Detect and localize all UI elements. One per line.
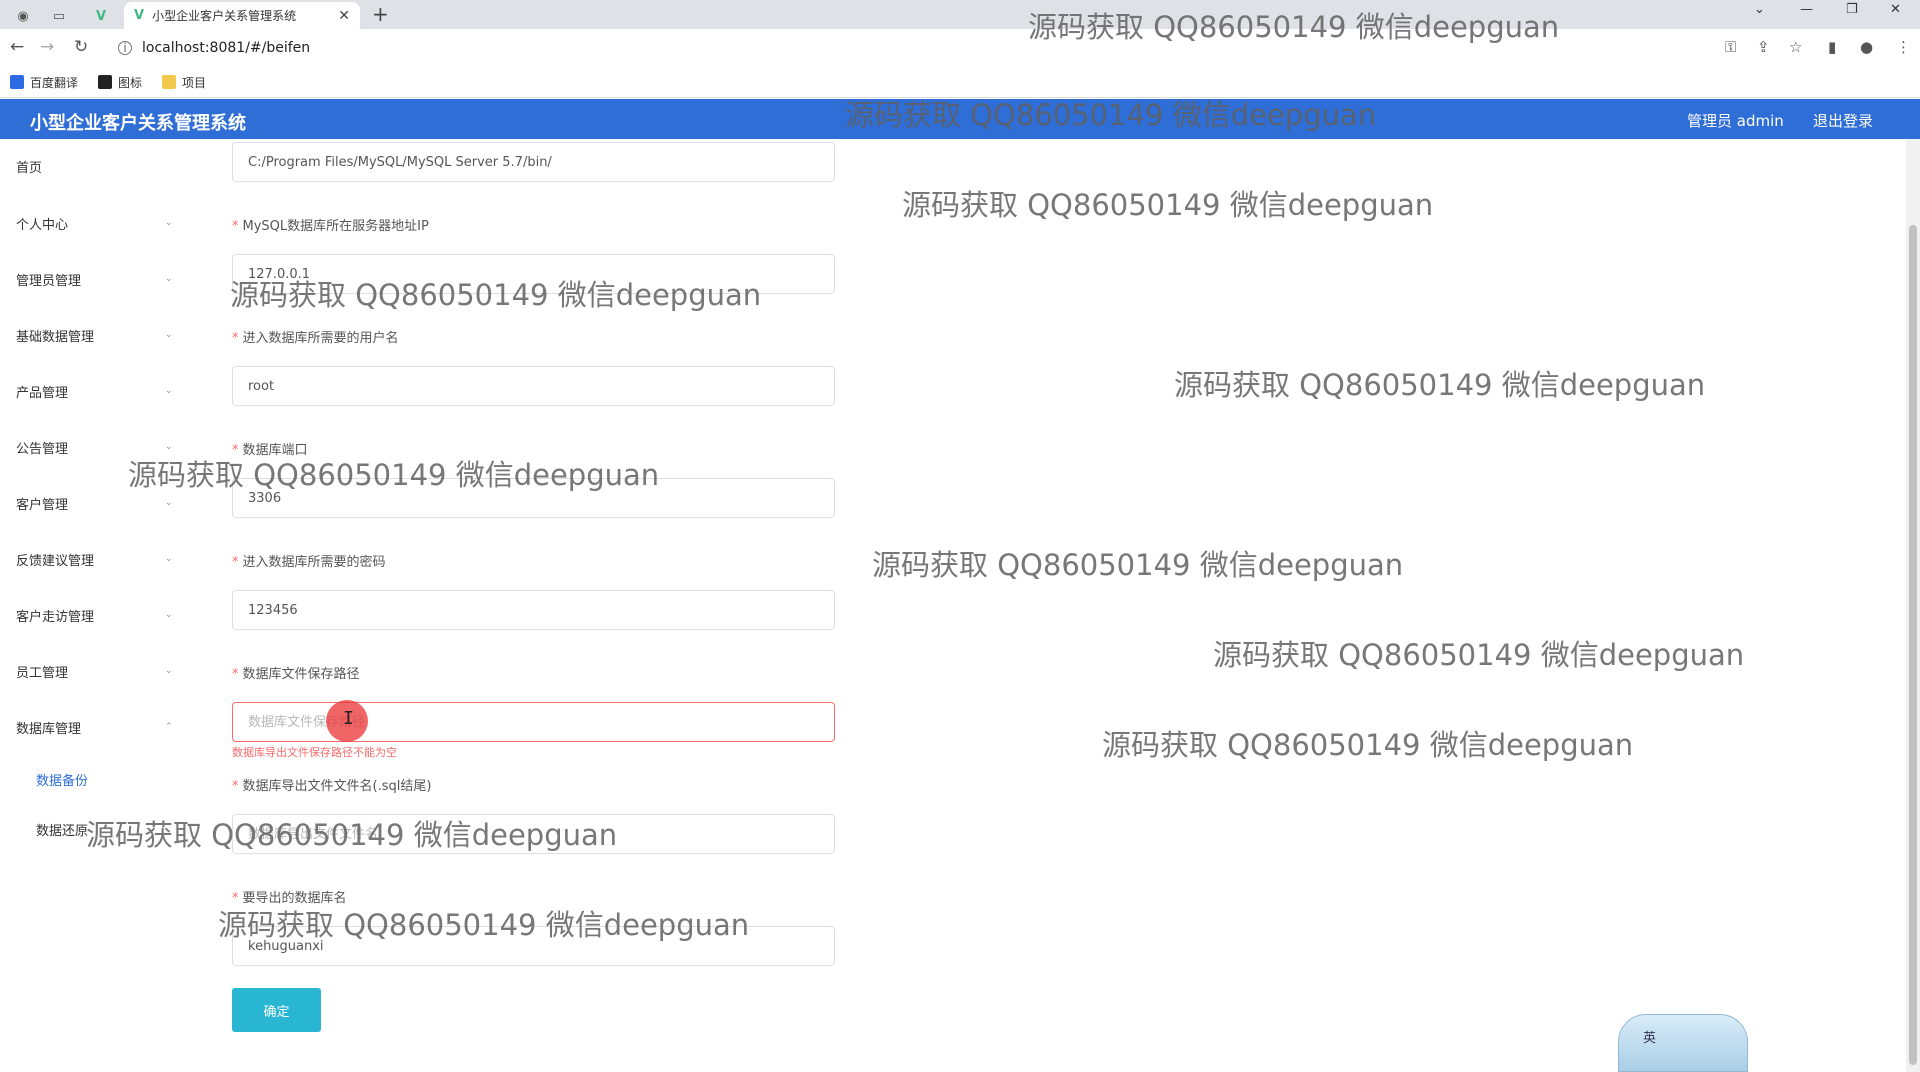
icon-bookmark-icon	[98, 75, 113, 89]
filename-label: * 数据库导出文件文件名(.sql结尾)	[232, 779, 432, 794]
close-tab-icon[interactable]: ✕	[338, 8, 350, 24]
text-cursor-icon: I	[343, 708, 354, 729]
vue-icon[interactable]: V	[86, 4, 116, 29]
chevron-down-icon: ⌄	[165, 554, 173, 564]
sidebar-item-customer-visits[interactable]: 客户走访管理 ⌄	[0, 595, 220, 635]
restore-icon[interactable]: ❐	[1846, 2, 1858, 17]
browser-toolbar: ← → ↻ i localhost:8081/#/beifen ⚿ ⇪ ☆ ▮ …	[0, 29, 1920, 67]
port-input[interactable]	[232, 478, 835, 518]
confirm-button[interactable]: 确定	[232, 988, 321, 1032]
scrollbar-thumb[interactable]	[1909, 225, 1917, 1065]
close-window-icon[interactable]: ✕	[1890, 2, 1901, 17]
reload-icon[interactable]: ↻	[74, 37, 88, 57]
logout-link[interactable]: 退出登录	[1813, 110, 1873, 131]
star-icon[interactable]: ☆	[1789, 38, 1802, 56]
chevron-down-icon: ⌄	[165, 666, 173, 676]
dbname-input[interactable]	[232, 926, 835, 966]
active-browser-tab[interactable]: V 小型企业客户关系管理系统 ✕	[124, 2, 360, 29]
tab-search-icon[interactable]: ⌄	[1754, 2, 1765, 17]
app-title: 小型企业客户关系管理系统	[30, 113, 246, 134]
bookmark-project[interactable]: 项目	[162, 74, 206, 91]
page-scrollbar[interactable]	[1906, 139, 1920, 1072]
current-user: 管理员 admin	[1687, 112, 1784, 130]
key-icon[interactable]: ⚿	[1725, 38, 1736, 56]
dbname-label: * 要导出的数据库名	[232, 891, 347, 906]
ip-label: * MySQL数据库所在服务器地址IP	[232, 219, 429, 234]
chevron-down-icon: ⌄	[165, 386, 173, 396]
username-input[interactable]	[232, 366, 835, 406]
browser-tab-strip: ◉ ▭ V V 小型企业客户关系管理系统 ✕ + ⌄ — ❐ ✕	[0, 0, 1920, 29]
ip-input[interactable]	[232, 254, 835, 294]
watermark: 源码获取 QQ86050149 微信deepguan	[902, 188, 1434, 222]
mysql-bin-path-input[interactable]	[232, 142, 835, 182]
chevron-down-icon: ⌄	[165, 610, 173, 620]
address-bar[interactable]: i localhost:8081/#/beifen	[110, 34, 1750, 62]
menu-dots-icon[interactable]: ⋮	[1896, 38, 1911, 56]
chevron-down-icon: ⌄	[165, 498, 173, 508]
sidebar-item-feedback[interactable]: 反馈建议管理 ⌄	[0, 539, 220, 579]
save-path-label: * 数据库文件保存路径	[232, 667, 360, 682]
ime-widget[interactable]: 英	[1618, 1014, 1748, 1072]
sidebar-item-notices[interactable]: 公告管理 ⌄	[0, 427, 220, 467]
sidebar-subitem-backup[interactable]: 数据备份	[0, 761, 220, 797]
password-label: * 进入数据库所需要的密码	[232, 555, 386, 570]
side-panel-icon[interactable]: ▮	[1828, 38, 1836, 56]
url-text: localhost:8081/#/beifen	[142, 40, 311, 56]
info-icon[interactable]: i	[118, 41, 132, 55]
save-path-input[interactable]	[232, 702, 835, 742]
app-header: 小型企业客户关系管理系统 管理员 admin 退出登录	[0, 99, 1920, 139]
tab-title: 小型企业客户关系管理系统	[152, 9, 297, 23]
sidebar-item-database[interactable]: 数据库管理 ⌃	[0, 707, 220, 747]
blank-tab-icon[interactable]: ▭	[44, 4, 74, 29]
sidebar-item-home[interactable]: 首页	[0, 146, 220, 186]
chevron-down-icon: ⌄	[165, 442, 173, 452]
sidebar-item-employees[interactable]: 员工管理 ⌄	[0, 651, 220, 691]
password-input[interactable]	[232, 590, 835, 630]
profile-icon[interactable]: ●	[1860, 38, 1873, 56]
minimize-icon[interactable]: —	[1800, 2, 1813, 17]
sidebar-item-customers[interactable]: 客户管理 ⌄	[0, 483, 220, 523]
chevron-down-icon: ⌄	[165, 330, 173, 340]
ime-language: 英	[1643, 1031, 1657, 1046]
watermark: 源码获取 QQ86050149 微信deepguan	[872, 548, 1404, 582]
chevron-down-icon: ⌄	[165, 218, 173, 228]
sidebar-item-base-data[interactable]: 基础数据管理 ⌄	[0, 315, 220, 355]
username-label: * 进入数据库所需要的用户名	[232, 331, 399, 346]
back-icon[interactable]: ←	[10, 37, 24, 57]
sidebar-item-products[interactable]: 产品管理 ⌄	[0, 371, 220, 411]
bookmarks-bar: 百度翻译 图标 项目	[0, 67, 1920, 98]
vue-tab-icon: V	[134, 8, 145, 23]
share-icon[interactable]: ⇪	[1757, 38, 1770, 56]
sidebar-item-admin[interactable]: 管理员管理 ⌄	[0, 259, 220, 299]
translate-icon	[10, 75, 24, 89]
save-path-error: 数据库导出文件保存路径不能为空	[232, 746, 397, 759]
watermark: 源码获取 QQ86050149 微信deepguan	[1213, 638, 1745, 672]
sidebar: 首页 个人中心 ⌄ 管理员管理 ⌄ 基础数据管理 ⌄ 产品管理 ⌄ 公告管理 ⌄ 客户管理…	[0, 139, 220, 1072]
watermark: 源码获取 QQ86050149 微信deepguan	[1174, 368, 1706, 402]
forward-icon[interactable]: →	[40, 37, 54, 57]
globe-icon[interactable]: ◉	[8, 4, 38, 29]
chevron-up-icon: ⌃	[165, 722, 173, 732]
filename-input[interactable]	[232, 814, 835, 854]
sidebar-subitem-restore[interactable]: 数据还原	[0, 811, 220, 847]
port-label: * 数据库端口	[232, 443, 308, 458]
new-tab-button[interactable]: +	[372, 2, 389, 26]
bookmark-baidu-translate[interactable]: 百度翻译	[10, 74, 78, 91]
folder-icon	[162, 75, 177, 89]
watermark: 源码获取 QQ86050149 微信deepguan	[1102, 728, 1634, 762]
bookmark-icons[interactable]: 图标	[98, 74, 142, 91]
sidebar-item-personal-center[interactable]: 个人中心 ⌄	[0, 203, 220, 243]
chevron-down-icon: ⌄	[165, 274, 173, 284]
